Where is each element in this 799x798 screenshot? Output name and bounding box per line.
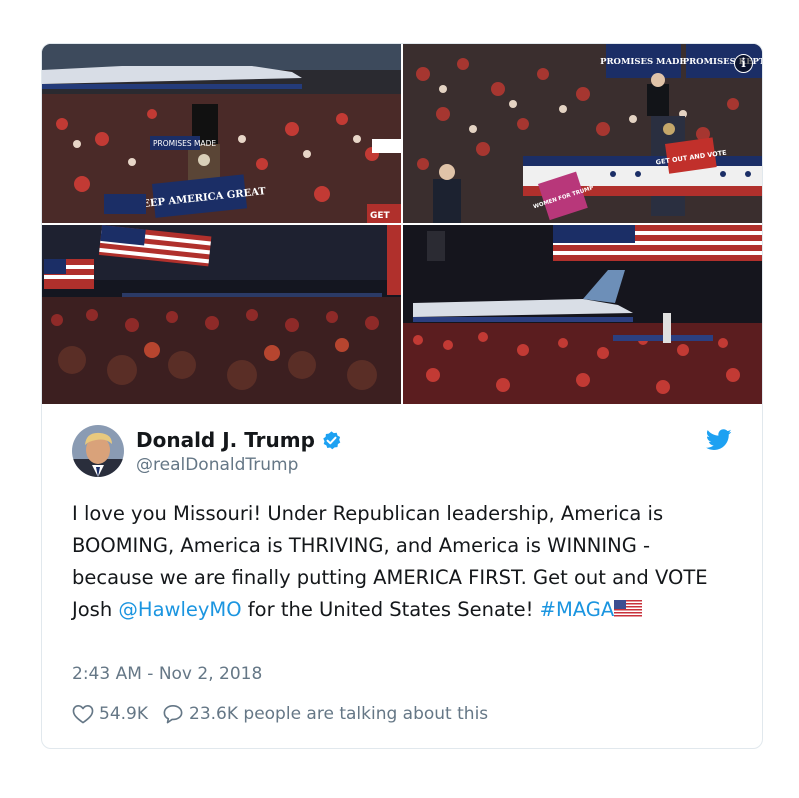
rally-photo-2[interactable]: PROMISES MADE PROMISES KEPT GET OUT AND … (403, 44, 762, 223)
info-icon[interactable]: i (734, 54, 753, 73)
reply-bubble-icon (163, 705, 183, 724)
hashtag-link[interactable]: #MAGA (540, 598, 615, 621)
like-button[interactable]: 54.9K (72, 704, 148, 724)
tweet-actions: 54.9K 23.6K people are talking about thi… (72, 704, 488, 724)
mention-link[interactable]: @HawleyMO (118, 598, 241, 621)
us-flag-emoji-icon (614, 600, 643, 617)
user-handle[interactable]: @realDonaldTrump (136, 455, 342, 475)
like-count: 54.9K (99, 704, 148, 724)
tweet-embed-card[interactable]: PROMISES MADE KEEP AMERICA GREAT GET PRO… (41, 43, 763, 749)
banner-promises-made: PROMISES MADE (600, 57, 686, 67)
tweet-text-part: for the United States Senate! (241, 598, 540, 621)
media-grid: PROMISES MADE KEEP AMERICA GREAT GET PRO… (42, 44, 762, 404)
sign-get: GET (370, 211, 391, 221)
tweet-timestamp[interactable]: 2:43 AM - Nov 2, 2018 (72, 664, 262, 684)
rally-photo-4[interactable] (403, 225, 762, 404)
heart-icon (72, 705, 94, 724)
display-name[interactable]: Donald J. Trump (136, 428, 315, 452)
sign-promises-made: PROMISES MADE (153, 139, 216, 148)
twitter-bird-icon[interactable] (706, 429, 732, 451)
rally-photo-1[interactable]: PROMISES MADE KEEP AMERICA GREAT GET (42, 44, 401, 223)
tweet-text: I love you Missouri! Under Republican le… (72, 498, 732, 626)
avatar[interactable] (72, 425, 124, 477)
talking-count: 23.6K people are talking about this (189, 704, 489, 724)
verified-badge-icon (323, 430, 341, 449)
rally-photo-3[interactable] (42, 225, 401, 404)
reply-button[interactable]: 23.6K people are talking about this (162, 704, 488, 724)
tweet-author: Donald J. Trump @realDonaldTrump (72, 425, 732, 481)
